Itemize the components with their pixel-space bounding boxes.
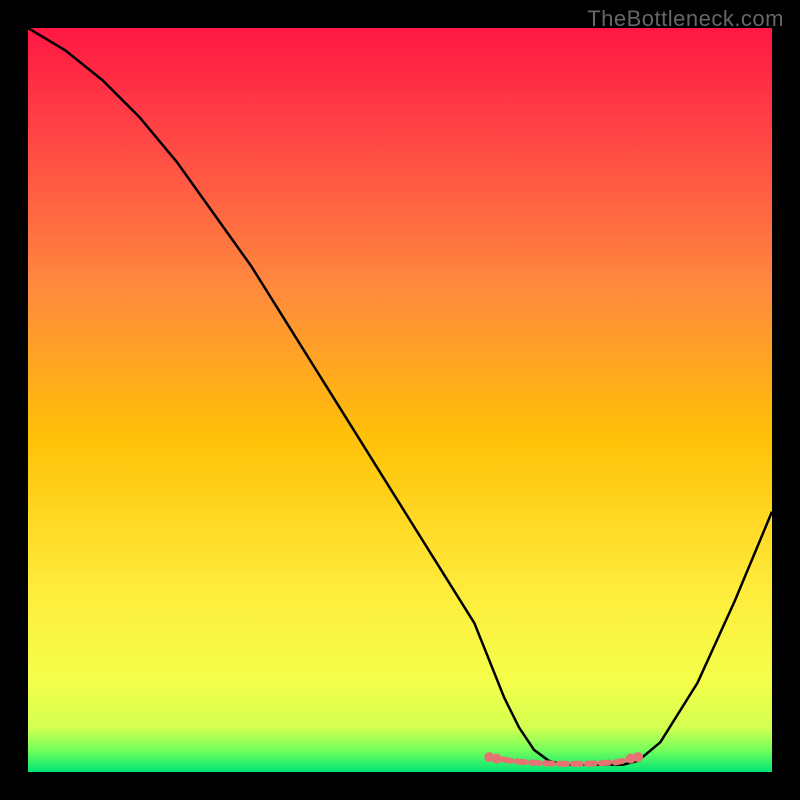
bottleneck-curve-line [28, 28, 772, 765]
curve-layer [28, 28, 772, 772]
optimal-range-markers [484, 752, 643, 764]
plot-area [28, 28, 772, 772]
chart-frame [28, 28, 772, 772]
watermark-text: TheBottleneck.com [587, 6, 784, 32]
